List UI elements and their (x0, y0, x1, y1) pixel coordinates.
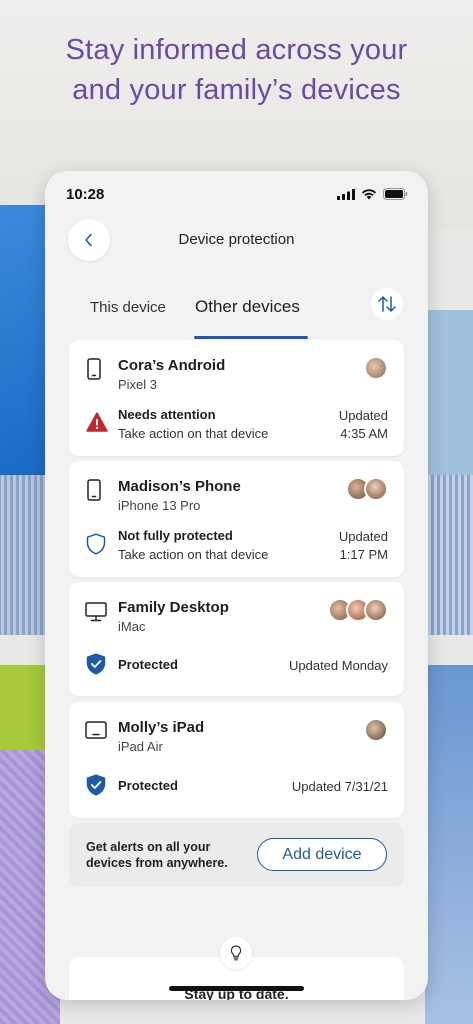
shield-outline-icon (86, 533, 106, 555)
updated-label: Updated 7/31/21 (291, 779, 388, 794)
phone-screen: 10:28 Device protection This device Othe… (45, 171, 428, 1000)
avatar (364, 718, 388, 742)
status-title: Not fully protected (118, 528, 233, 543)
device-card[interactable]: Molly’s iPad iPad Air Protected Updated … (69, 702, 404, 818)
phone-icon (87, 358, 101, 380)
lightbulb-icon (230, 945, 242, 961)
avatar-group (346, 477, 388, 501)
status-time: 10:28 (66, 186, 105, 203)
status-title: Protected (118, 778, 178, 793)
home-indicator (169, 986, 304, 991)
updated-time: 1:17 PM (339, 547, 388, 562)
device-model: iPhone 13 Pro (118, 498, 201, 513)
updated-label: Updated Monday (288, 658, 388, 673)
status-title: Needs attention (118, 407, 216, 422)
tab-this-device[interactable]: This device (90, 299, 166, 316)
signal-icon (337, 188, 355, 200)
status-subtitle: Take action on that device (118, 547, 269, 562)
device-name: Cora’s Android (118, 357, 226, 374)
updated-label: Updated (338, 529, 388, 544)
avatar-group (364, 718, 388, 742)
avatar (364, 598, 388, 622)
device-model: iMac (118, 619, 146, 634)
sort-arrows-icon (378, 296, 396, 312)
device-card[interactable]: Family Desktop iMac Protected Updated Mo… (69, 582, 404, 696)
device-card[interactable]: Madison’s Phone iPhone 13 Pro Not fully … (69, 461, 404, 577)
avatar-group (328, 598, 388, 622)
tab-other-devices[interactable]: Other devices (195, 297, 300, 317)
device-name: Molly’s iPad (118, 719, 205, 736)
add-device-promo: Get alerts on all your devices from anyw… (69, 823, 404, 887)
battery-icon (383, 188, 408, 200)
avatar (364, 477, 388, 501)
device-model: iPad Air (118, 739, 163, 754)
device-card[interactable]: Cora’s Android Pixel 3 Needs attention T… (69, 340, 404, 456)
wifi-icon (362, 189, 376, 200)
phone-icon (87, 479, 101, 501)
status-subtitle: Take action on that device (118, 426, 269, 441)
promo-text: Get alerts on all your devices from anyw… (86, 840, 228, 870)
shield-check-icon (86, 653, 106, 675)
updated-time: 4:35 AM (340, 426, 388, 441)
active-tab-indicator (194, 336, 308, 339)
avatar (364, 356, 388, 380)
status-bar: 10:28 (45, 171, 428, 217)
headline-line-2: and your family’s devices (72, 74, 401, 106)
updated-label: Updated (338, 408, 388, 423)
device-name: Family Desktop (118, 599, 229, 616)
device-model: Pixel 3 (118, 377, 158, 392)
marketing-headline: Stay informed across your and your famil… (0, 30, 473, 110)
add-device-button[interactable]: Add device (257, 838, 387, 871)
warning-icon (86, 412, 108, 432)
tab-bar: This device Other devices (45, 291, 428, 341)
status-title: Protected (118, 657, 178, 672)
avatar-group (364, 356, 388, 380)
shield-check-icon (86, 774, 106, 796)
sort-button[interactable] (371, 288, 403, 320)
device-name: Madison’s Phone (118, 478, 241, 495)
tip-icon-button (220, 937, 252, 969)
headline-line-1: Stay informed across your (65, 34, 408, 66)
screen-title: Device protection (178, 231, 295, 248)
tablet-icon (85, 721, 107, 739)
desktop-icon (85, 602, 107, 622)
